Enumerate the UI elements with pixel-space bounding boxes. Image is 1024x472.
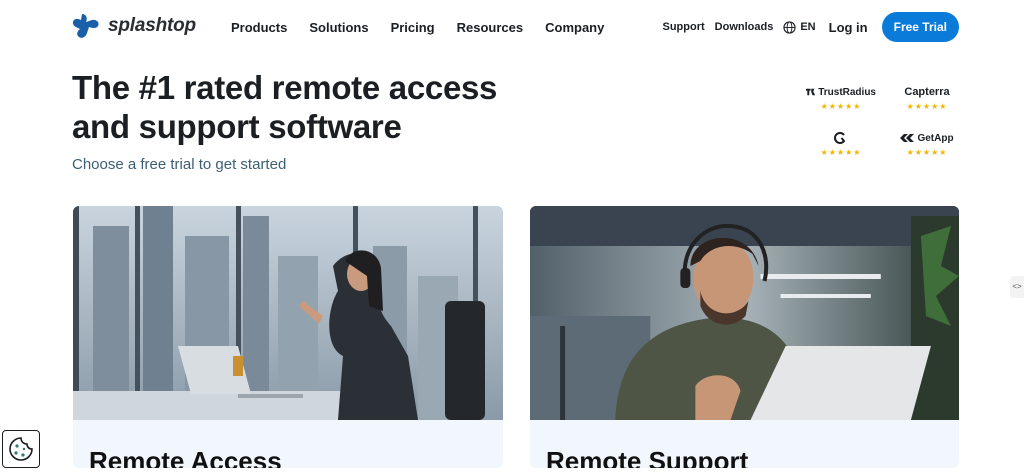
utility-nav: Support Downloads EN Log in Free Trial xyxy=(663,12,959,42)
menu-item-products[interactable]: Products xyxy=(231,20,287,35)
g2-logo xyxy=(806,130,876,146)
remote-support-title: Remote Support xyxy=(546,446,749,468)
language-label: EN xyxy=(800,21,816,33)
ratings-badges: TrustRadius ★★★★★ Capterra ★★★★★ ★★★★★ G… xyxy=(806,84,956,164)
remote-access-card[interactable]: Remote Access xyxy=(73,206,503,468)
rating-brand-label: GetApp xyxy=(917,132,954,144)
hero-subtitle: Choose a free trial to get started xyxy=(72,156,287,173)
remote-access-title: Remote Access xyxy=(89,446,282,468)
rating-stars: ★★★★★ xyxy=(820,102,862,111)
splashtop-logo[interactable]: splashtop xyxy=(72,12,196,40)
trustradius-icon xyxy=(806,88,816,96)
splashtop-logo-icon xyxy=(72,14,99,38)
g2-icon xyxy=(833,132,845,144)
hero-title: The #1 rated remote access and support s… xyxy=(72,68,592,146)
capterra-logo: Capterra xyxy=(892,84,962,100)
login-link[interactable]: Log in xyxy=(829,20,868,35)
getapp-logo: GetApp xyxy=(892,130,962,146)
cookie-icon xyxy=(9,437,33,461)
top-navigation: splashtop Products Solutions Pricing Res… xyxy=(0,0,1024,56)
rating-trustradius: TrustRadius ★★★★★ xyxy=(806,84,876,111)
menu-item-resources[interactable]: Resources xyxy=(457,20,523,35)
rating-stars: ★★★★★ xyxy=(906,102,948,111)
menu-item-pricing[interactable]: Pricing xyxy=(391,20,435,35)
hero-title-line-1: The #1 rated remote access xyxy=(72,69,498,106)
rating-capterra: Capterra ★★★★★ xyxy=(892,84,962,111)
rating-g2: ★★★★★ xyxy=(806,130,876,157)
menu-item-solutions[interactable]: Solutions xyxy=(309,20,368,35)
remote-support-card[interactable]: Remote Support xyxy=(530,206,959,468)
hero-title-line-2: and support software xyxy=(72,108,402,145)
remote-access-photo xyxy=(73,206,503,420)
language-selector[interactable]: EN xyxy=(783,20,816,34)
side-feedback-tab[interactable]: <> xyxy=(1010,276,1024,298)
rating-brand-label: Capterra xyxy=(904,86,950,98)
remote-support-photo xyxy=(530,206,959,420)
support-link[interactable]: Support xyxy=(663,21,705,33)
trustradius-logo: TrustRadius xyxy=(806,84,876,100)
downloads-link[interactable]: Downloads xyxy=(715,21,774,33)
main-menu: Products Solutions Pricing Resources Com… xyxy=(231,20,604,35)
brand-name: splashtop xyxy=(108,15,196,36)
menu-item-company[interactable]: Company xyxy=(545,20,604,35)
rating-stars: ★★★★★ xyxy=(906,148,948,157)
cookie-settings-button[interactable] xyxy=(2,430,40,468)
rating-brand-label: TrustRadius xyxy=(818,86,876,98)
globe-icon xyxy=(783,20,796,34)
getapp-icon xyxy=(900,134,915,142)
rating-stars: ★★★★★ xyxy=(820,148,862,157)
free-trial-button[interactable]: Free Trial xyxy=(881,12,959,42)
rating-getapp: GetApp ★★★★★ xyxy=(892,130,962,157)
